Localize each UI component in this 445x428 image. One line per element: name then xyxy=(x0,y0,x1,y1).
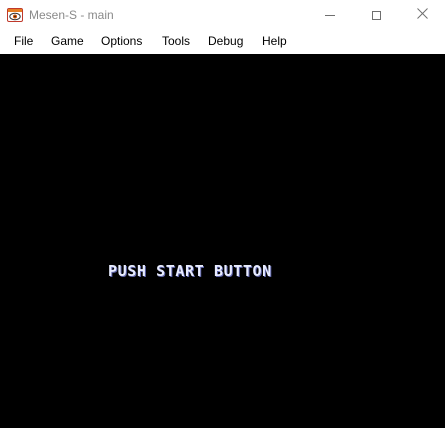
menu-debug[interactable]: Debug xyxy=(208,33,243,50)
menu-help[interactable]: Help xyxy=(262,33,287,50)
push-start-text: PUSH START BUTTON xyxy=(108,262,272,280)
menu-tools[interactable]: Tools xyxy=(162,33,190,50)
menu-options[interactable]: Options xyxy=(101,33,142,50)
game-screen[interactable]: PUSH START BUTTON xyxy=(0,54,445,428)
window-title: Mesen-S - main xyxy=(29,8,114,22)
menu-file[interactable]: File xyxy=(14,33,33,50)
maximize-button[interactable] xyxy=(353,0,399,30)
maximize-icon xyxy=(371,10,381,20)
close-button[interactable] xyxy=(399,0,445,30)
title-bar[interactable]: Mesen-S - main xyxy=(0,0,445,30)
menu-bar: File Game Options Tools Debug Help xyxy=(0,30,445,53)
emulator-window: Mesen-S - main File Game Options Tools D… xyxy=(0,0,445,428)
menu-game[interactable]: Game xyxy=(51,33,84,50)
minimize-button[interactable] xyxy=(307,0,353,30)
close-icon xyxy=(416,6,428,24)
mesen-eye-icon xyxy=(7,7,23,23)
minimize-icon xyxy=(325,14,335,16)
